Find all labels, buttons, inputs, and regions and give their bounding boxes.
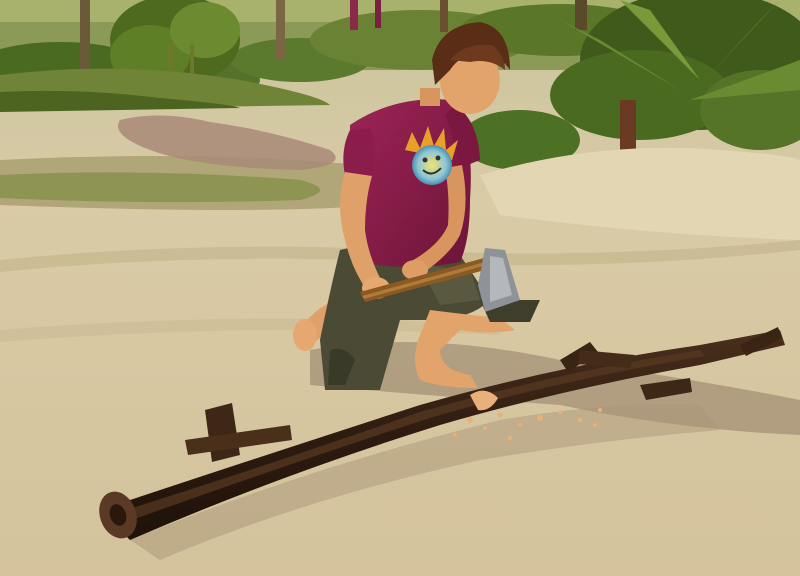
left-sleeve [343, 128, 375, 176]
scene-canvas [0, 0, 800, 576]
game-viewport [0, 0, 800, 576]
